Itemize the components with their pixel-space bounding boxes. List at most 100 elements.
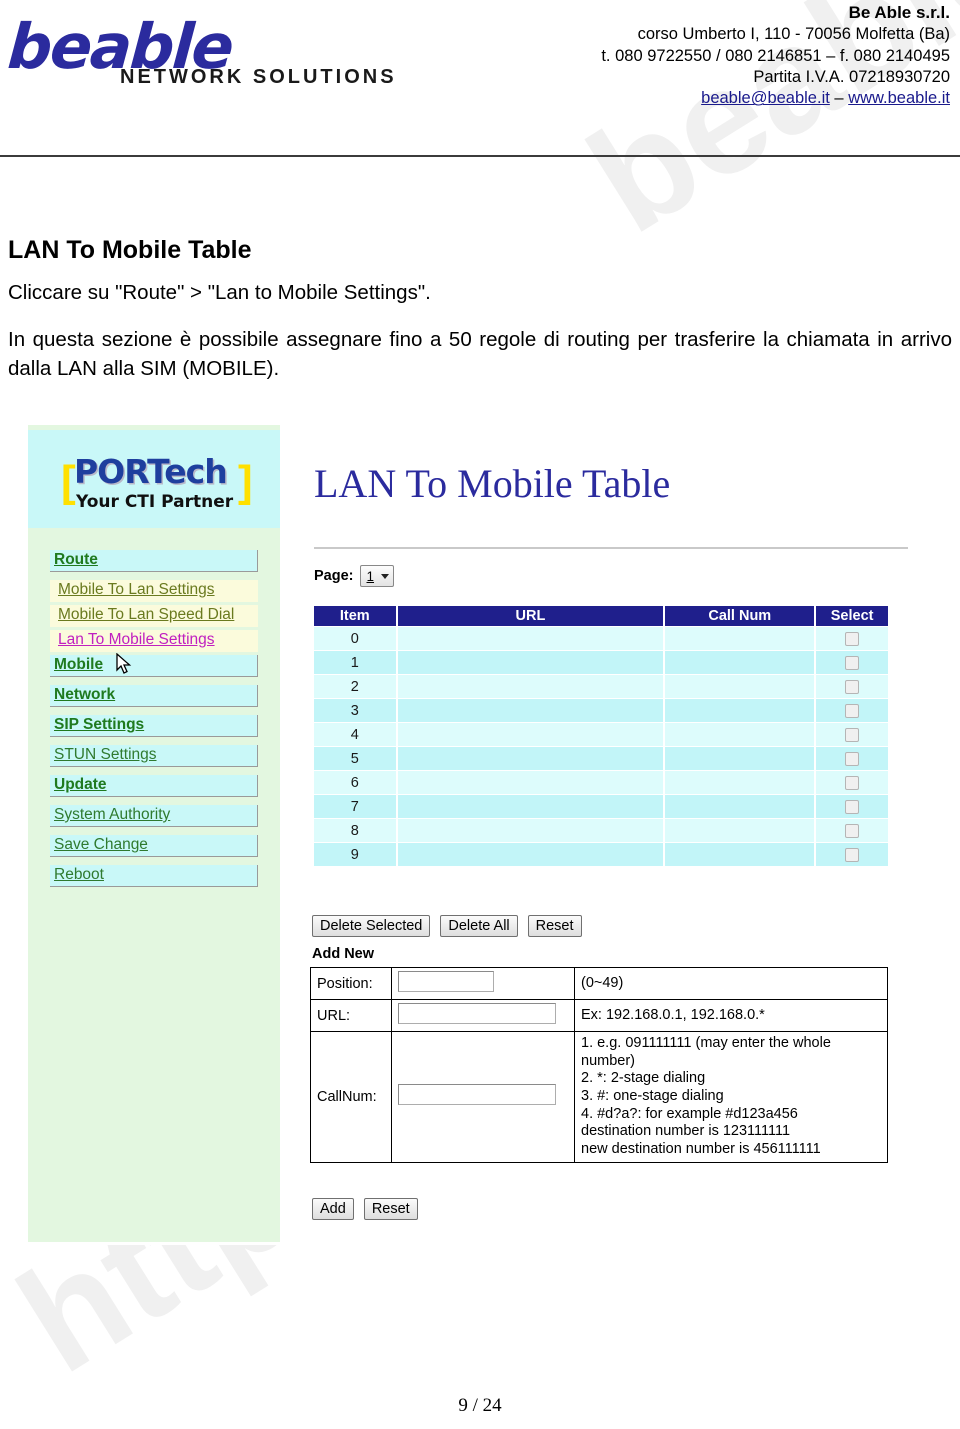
cell-select[interactable] [816,627,888,650]
row-checkbox[interactable] [845,823,860,838]
cell-select[interactable] [816,819,888,842]
sidebar-item-mobile-to-lan-settings[interactable]: Mobile To Lan Settings [50,580,258,602]
sidebar-item-update[interactable]: Update [50,775,258,797]
device-main-panel: LAN To Mobile Table Page: 1 Item URL Cal… [300,425,928,1245]
add-new-heading: Add New [312,946,375,962]
document-body: LAN To Mobile Table Cliccare su "Route" … [8,236,952,383]
column-header-call-num: Call Num [665,606,815,626]
callnum-hint-line: 2. *: 2-stage dialing [581,1070,706,1087]
panel-divider [314,547,908,549]
table-row: 2 [314,675,888,698]
mouse-cursor-icon [116,653,132,674]
sidebar-item-sip-settings[interactable]: SIP Settings [50,715,258,737]
chevron-down-icon [381,573,390,579]
reset-form-button[interactable]: Reset [363,1198,418,1220]
page-select-value: 1 [366,568,375,584]
row-checkbox[interactable] [845,847,860,862]
cell-url [397,627,664,650]
cell-select[interactable] [816,723,888,746]
page-selector-label: Page: [314,568,354,584]
cell-call-num [665,675,815,698]
device-ui-screenshot: [ ] PORTech Your CTI Partner Route Mobil… [28,425,928,1245]
beable-tagline: NETWORK SOLUTIONS [120,66,397,88]
row-checkbox[interactable] [845,799,860,814]
beable-logo: beable NETWORK SOLUTIONS [5,8,418,108]
sidebar-item-save-change[interactable]: Save Change [50,835,258,857]
cell-item: 9 [314,843,396,866]
cell-select[interactable] [816,795,888,818]
cell-select[interactable] [816,747,888,770]
cell-select[interactable] [816,675,888,698]
url-input[interactable] [398,1003,556,1024]
cell-call-num [665,699,815,722]
row-checkbox[interactable] [845,703,860,718]
add-button[interactable]: Add [312,1198,354,1220]
company-address: corso Umberto I, 110 - 70056 Molfetta (B… [637,25,950,44]
cell-call-num [665,723,815,746]
table-row: 0 [314,627,888,650]
table-row: 8 [314,819,888,842]
sidebar-item-route[interactable]: Route [50,550,258,572]
sidebar-item-mobile-to-lan-speed-dial[interactable]: Mobile To Lan Speed Dial [50,605,258,627]
page-select-dropdown[interactable]: 1 [359,565,395,587]
company-phone: t. 080 9722550 / 080 2146851 – f. 080 21… [601,46,950,65]
sidebar-item-network[interactable]: Network [50,685,258,707]
device-nav-menu: Route Mobile To Lan Settings Mobile To L… [50,550,258,895]
company-website-link[interactable]: www.beable.it [848,89,950,107]
cell-select[interactable] [816,699,888,722]
callnum-label: CallNum: [310,1031,392,1163]
add-new-form: Position: (0~49) URL: Ex: 192.168.0.1, 1… [310,967,888,1163]
row-checkbox[interactable] [845,775,860,790]
sidebar-item-system-authority[interactable]: System Authority [50,805,258,827]
row-checkbox[interactable] [845,727,860,742]
delete-selected-button[interactable]: Delete Selected [312,915,431,937]
cell-url [397,819,664,842]
contact-separator: – [829,89,849,108]
cell-item: 2 [314,675,396,698]
reset-table-button[interactable]: Reset [527,915,582,937]
company-info: Be Able s.r.l. corso Umberto I, 110 - 70… [430,2,950,110]
row-checkbox[interactable] [845,751,860,766]
position-hint: (0~49) [574,967,888,1000]
sidebar-item-mobile[interactable]: Mobile [50,655,258,677]
page-title: LAN To Mobile Table [8,236,252,264]
portech-brand-name: PORTech [74,452,228,491]
sidebar-item-reboot[interactable]: Reboot [50,865,258,887]
cell-call-num [665,747,815,770]
cell-url [397,651,664,674]
row-checkbox[interactable] [845,679,860,694]
panel-title: LAN To Mobile Table [314,461,671,506]
company-email-link[interactable]: beable@beable.it [701,89,830,107]
cell-call-num [665,819,815,842]
column-header-item: Item [314,606,396,626]
company-name: Be Able s.r.l. [848,3,950,22]
lan-to-mobile-table: Item URL Call Num Select 0 1 2 3 4 5 6 7… [312,605,890,867]
position-input[interactable] [398,971,494,992]
callnum-hints: 1. e.g. 091111111 (may enter the whole n… [574,1031,888,1163]
cell-call-num [665,795,815,818]
bracket-right-icon: ] [238,457,253,506]
url-input-cell[interactable] [391,999,575,1032]
cell-select[interactable] [816,651,888,674]
callnum-hint-line: 4. #d?a?: for example #d123a456 [581,1105,798,1122]
sidebar-item-lan-to-mobile-settings[interactable]: Lan To Mobile Settings [50,630,258,652]
sidebar-item-stun-settings[interactable]: STUN Settings [50,745,258,767]
company-contact: beable@beable.it – www.beable.it [430,88,950,109]
cell-item: 8 [314,819,396,842]
callnum-input-cell[interactable] [391,1031,575,1163]
callnum-input[interactable] [398,1084,556,1106]
cell-select[interactable] [816,771,888,794]
cell-call-num [665,627,815,650]
cell-call-num [665,651,815,674]
table-row: 3 [314,699,888,722]
delete-all-button[interactable]: Delete All [440,915,518,937]
row-checkbox[interactable] [845,631,860,646]
position-input-cell[interactable] [391,967,575,1000]
callnum-hint-line: 3. #: one-stage dialing [581,1088,724,1105]
add-form-action-buttons: Add Reset [312,1198,418,1220]
page-selector: Page: 1 [314,565,395,587]
callnum-hint-line: 1. e.g. 091111111 (may enter the whole n… [581,1035,831,1069]
cell-select[interactable] [816,843,888,866]
callnum-hint-line: new destination number is 456111111 [581,1141,821,1158]
row-checkbox[interactable] [845,655,860,670]
